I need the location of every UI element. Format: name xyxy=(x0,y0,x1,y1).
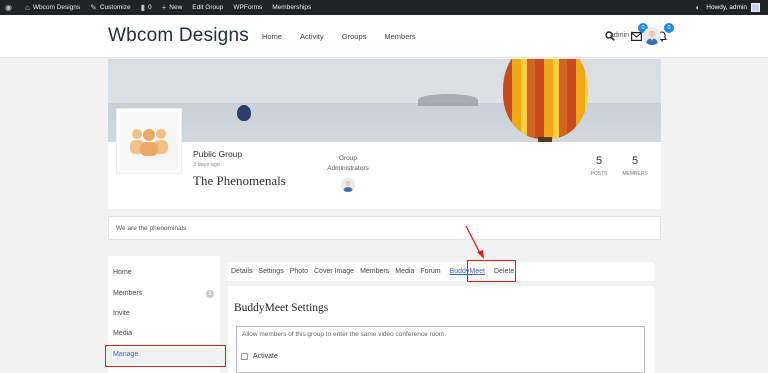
tab-details[interactable]: Details xyxy=(231,268,252,275)
nav-item-home[interactable]: Home xyxy=(262,32,282,41)
home-icon: ⌂ xyxy=(24,3,30,12)
group-type: Public Group xyxy=(193,149,243,159)
island-shape xyxy=(418,94,478,106)
adminbar-edit-group-link[interactable]: Edit Group xyxy=(187,0,228,15)
adminbar-customize-link[interactable]: ✎ Customize xyxy=(85,0,135,15)
group-header xyxy=(108,142,661,209)
main-nav: Home Activity Groups Members xyxy=(262,32,434,41)
nav-item-activity[interactable]: Activity xyxy=(300,32,324,41)
manage-tabs: Details Settings Photo Cover Image Membe… xyxy=(228,262,654,281)
group-description: We are the phenominals xyxy=(108,216,661,240)
toggle-icon[interactable]: ◐ xyxy=(695,3,700,12)
site-logo[interactable]: Wbcom Designs xyxy=(108,25,249,47)
adminbar-new-link[interactable]: + New xyxy=(157,0,188,15)
user-name: admin xyxy=(610,32,630,39)
adminbar-site-link[interactable]: ⌂ Wbcom Designs xyxy=(20,0,85,15)
sidebar-item-media[interactable]: Media xyxy=(113,330,132,337)
small-balloon-shape xyxy=(237,105,251,121)
tab-photo[interactable]: Photo xyxy=(290,268,308,275)
members-count-badge: 5 xyxy=(206,290,214,298)
site-header: Wbcom Designs Home Activity Groups Membe… xyxy=(0,15,768,58)
group-avatar[interactable] xyxy=(116,108,182,174)
adminbar-avatar[interactable] xyxy=(751,3,760,12)
tab-cover-image[interactable]: Cover Image xyxy=(314,268,354,275)
admin-bar: ◉ ⌂ Wbcom Designs ✎ Customize ▮ 0 + New Edit… xyxy=(0,0,768,15)
sidebar-item-members[interactable]: Members xyxy=(113,290,142,297)
user-avatar[interactable] xyxy=(643,27,661,45)
group-administrators-label: Group Administrators xyxy=(327,155,369,172)
adminbar-comments-link[interactable]: ▮ 0 xyxy=(136,0,157,15)
group-last-active: 3 days ago xyxy=(193,162,220,168)
nav-item-groups[interactable]: Groups xyxy=(342,32,367,41)
nav-item-members[interactable]: Members xyxy=(384,32,415,41)
posts-stat: 5 POSTS xyxy=(590,155,608,177)
members-stat: 5 MEMBERS xyxy=(622,155,648,177)
plus-icon: + xyxy=(161,3,167,12)
notifications-badge: 0 xyxy=(664,23,674,33)
tab-members[interactable]: Members xyxy=(360,268,389,275)
activate-label[interactable]: Activate xyxy=(253,353,278,360)
activate-checkbox[interactable] xyxy=(241,353,248,360)
comment-icon: ▮ xyxy=(140,3,145,12)
tab-settings[interactable]: Settings xyxy=(258,268,283,275)
hot-air-balloon-shape xyxy=(503,59,588,139)
brush-icon: ✎ xyxy=(90,3,97,12)
group-people-icon xyxy=(130,129,168,156)
group-cover-image xyxy=(108,59,661,142)
wordpress-logo-icon[interactable]: ◉ xyxy=(0,0,20,15)
settings-description: Allow members of this group to enter the… xyxy=(242,331,447,338)
user-menu[interactable]: admin ˇ xyxy=(610,32,633,39)
manage-highlight-box xyxy=(105,345,226,367)
settings-title: BuddyMeet Settings xyxy=(234,302,329,314)
sidebar-item-home[interactable]: Home xyxy=(113,269,132,276)
adminbar-wpforms-link[interactable]: WPForms xyxy=(228,0,267,15)
buddymeet-highlight-box xyxy=(467,260,516,282)
howdy-user-link[interactable]: Howdy, admin xyxy=(706,4,747,11)
chevron-down-icon: ˇ xyxy=(631,32,634,39)
sidebar-item-invite[interactable]: Invite xyxy=(113,310,130,317)
tab-media[interactable]: Media xyxy=(395,268,414,275)
group-admin-avatar[interactable] xyxy=(341,178,355,192)
adminbar-memberships-link[interactable]: Memberships xyxy=(267,0,316,15)
group-name: The Phenomenals xyxy=(193,173,286,188)
tab-forum[interactable]: Forum xyxy=(420,268,440,275)
